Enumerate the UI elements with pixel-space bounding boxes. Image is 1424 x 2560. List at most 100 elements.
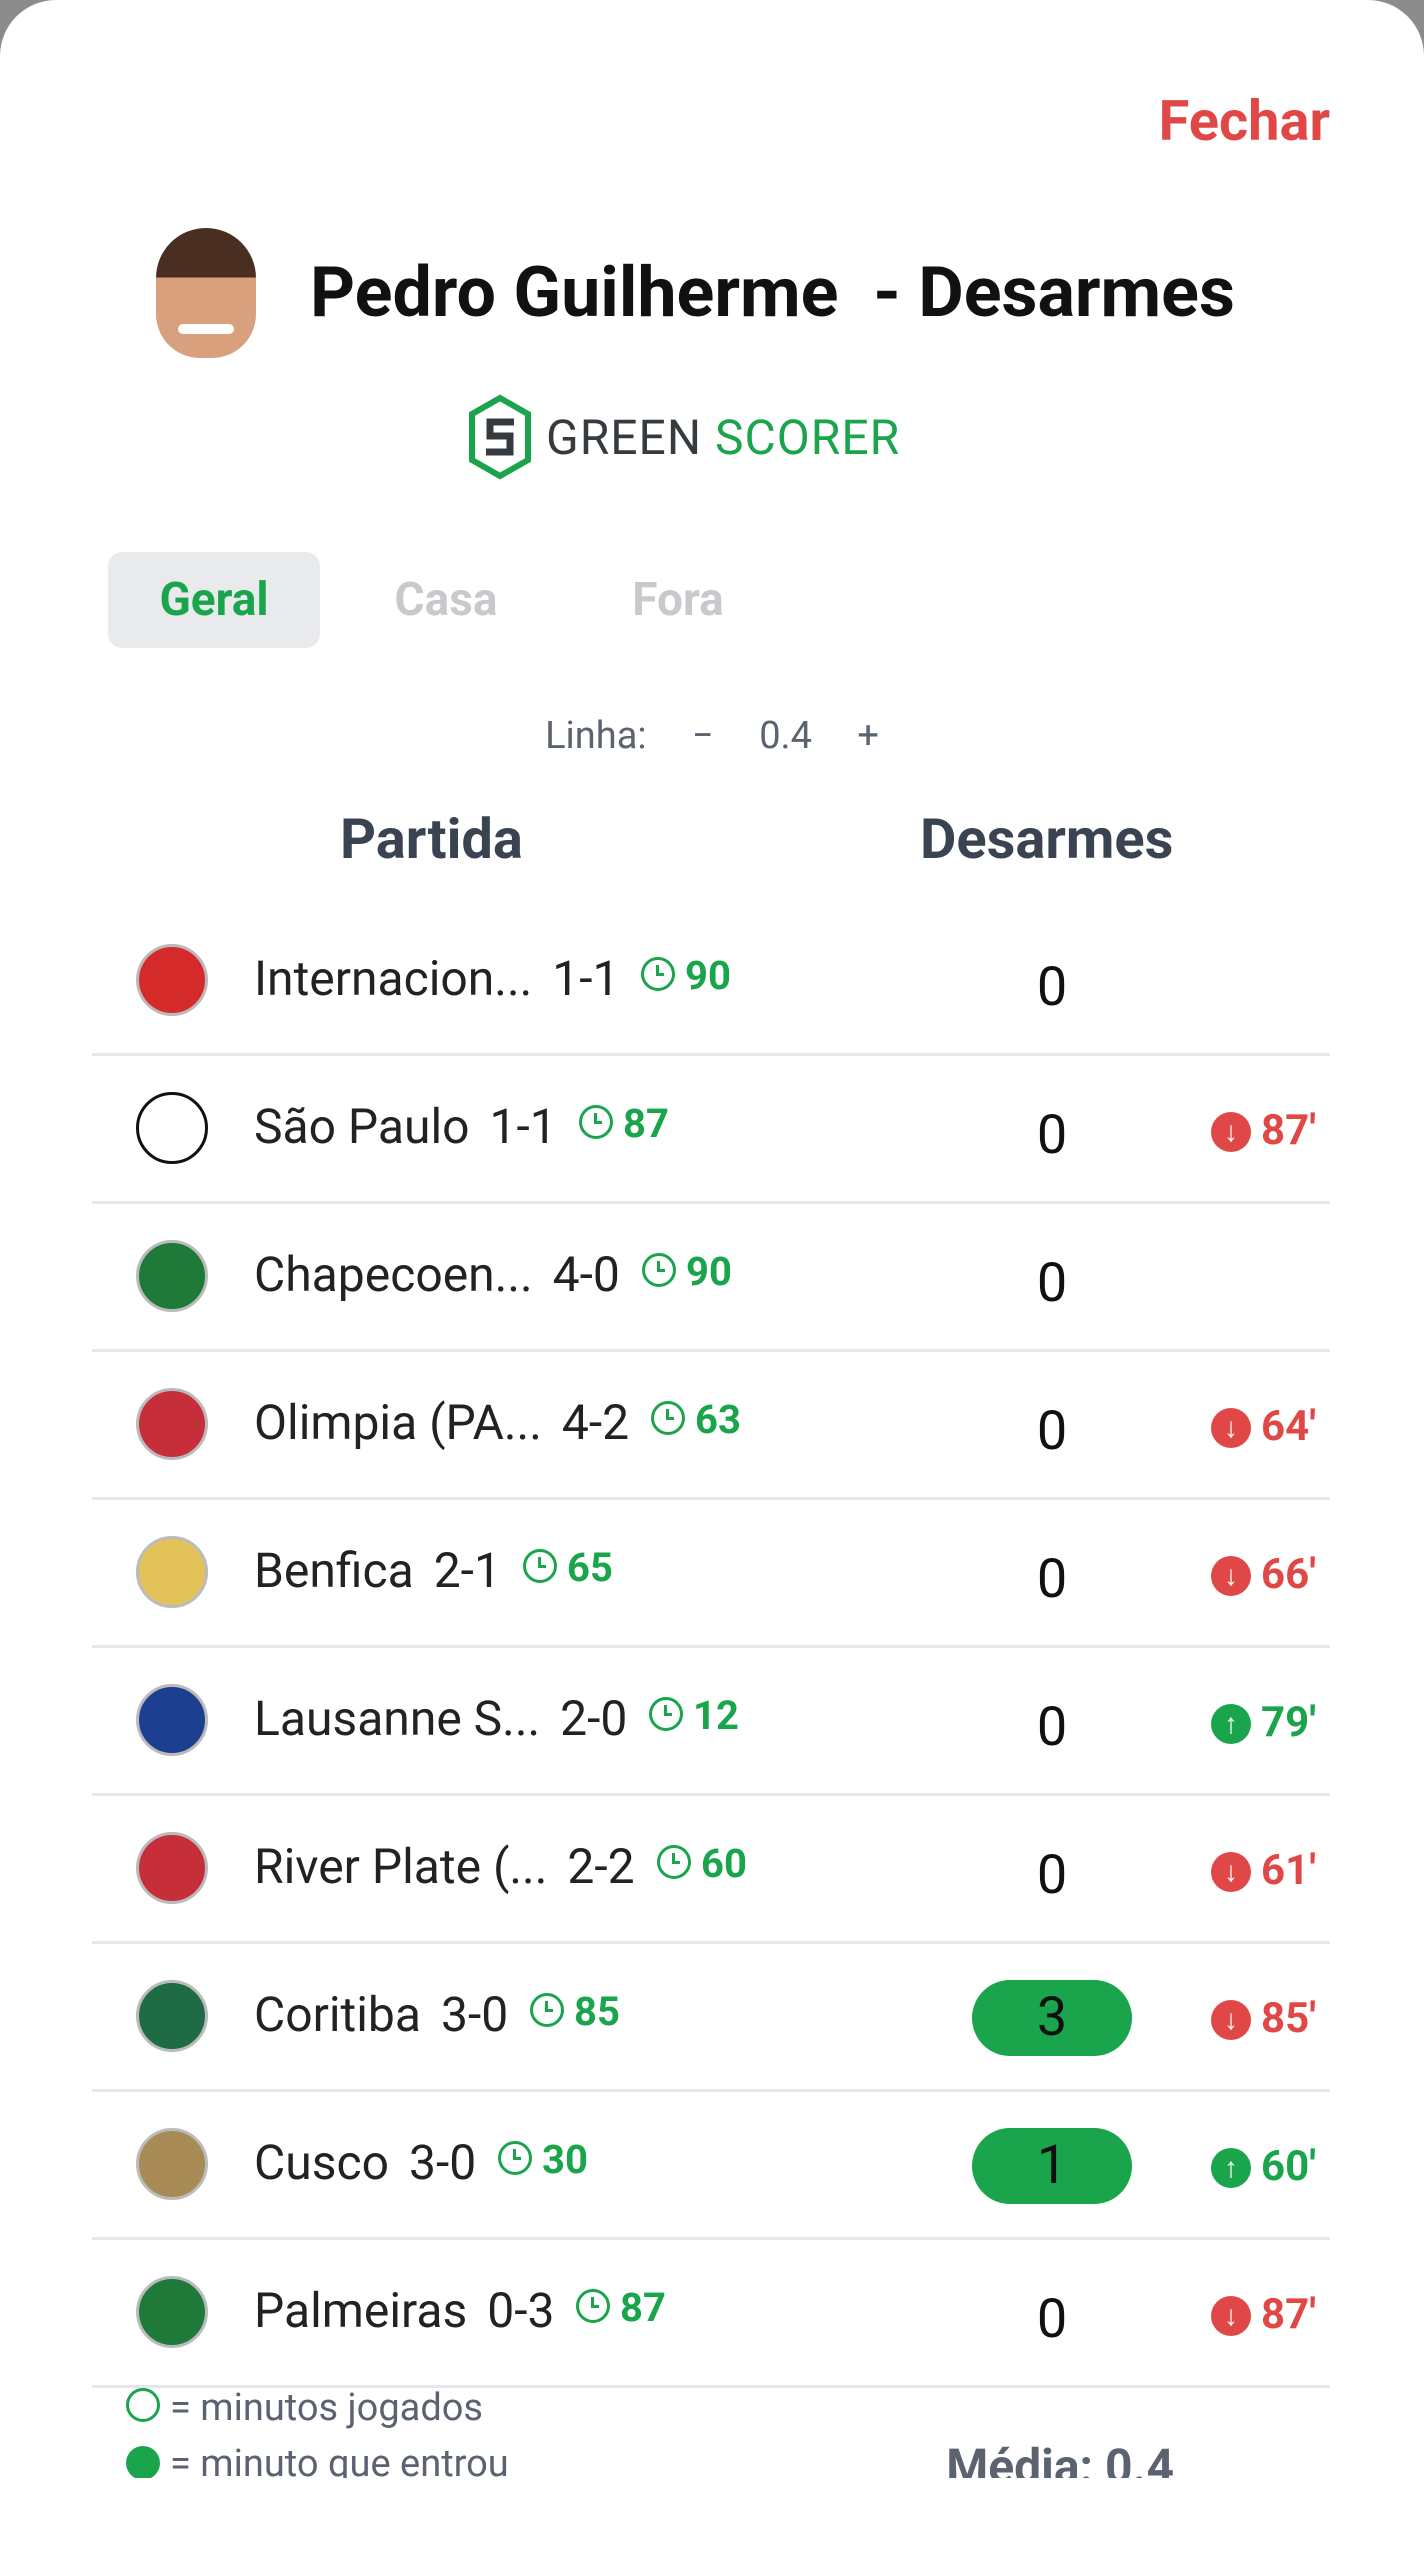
team-crest-icon [136, 1536, 208, 1608]
table-row[interactable]: São Paulo 1-1 87 0 ↓ 87' [92, 1056, 1330, 1204]
table-row[interactable]: Chapecoen... 4-0 90 0 [92, 1204, 1330, 1352]
team-crest-icon [136, 1388, 208, 1460]
subbed-in-minute: ↑ 79' [1211, 1698, 1316, 1747]
table-row[interactable]: Internacion... 1-1 90 0 [92, 908, 1330, 1056]
minutes-value: 85 [574, 1988, 620, 2035]
minutes-played: 87 [576, 2284, 666, 2331]
minutes-played: 85 [530, 1988, 620, 2035]
match-label: Cusco 3-0 [254, 2134, 476, 2191]
table-row[interactable]: River Plate (... 2-2 60 0 ↓ 61' [92, 1796, 1330, 1944]
tackles-value: 0 [1036, 1252, 1068, 1315]
match-score: 3-0 [408, 2134, 477, 2191]
tab-fora[interactable]: Fora [572, 552, 784, 648]
line-decrease-button[interactable]: − [692, 714, 714, 758]
clock-icon [530, 1993, 564, 2027]
legend-minutes: = minutos jogados [170, 2386, 484, 2430]
match-label: Coritiba 3-0 [254, 1986, 508, 2043]
tackles-value: 0 [1036, 1400, 1068, 1463]
brand-text-scorer: SCORER [714, 408, 901, 466]
sub-minute-value: 87' [1261, 1106, 1316, 1155]
match-label: Benfica 2-1 [254, 1542, 501, 1599]
tackles-value: 0 [1036, 1844, 1068, 1907]
match-label: Chapecoen... 4-0 [254, 1246, 620, 1303]
sub-minute-value: 85' [1261, 1994, 1316, 2043]
arrow-up-circle-icon: ↑ [1211, 2148, 1252, 2188]
team-name: Chapecoen... [254, 1246, 533, 1303]
filter-tabs: Geral Casa Fora [108, 552, 784, 648]
minutes-played: 87 [579, 1100, 669, 1147]
clock-icon [579, 1105, 613, 1139]
match-label: Internacion... 1-1 [254, 950, 619, 1007]
table-row[interactable]: Cusco 3-0 30 1 ↑ 60' [92, 2092, 1330, 2240]
subbed-out-minute: ↓ 87' [1211, 1106, 1316, 1155]
clock-icon [657, 1845, 691, 1879]
match-score: 1-1 [552, 950, 620, 1007]
clock-icon [642, 1253, 676, 1287]
column-header-match: Partida [340, 806, 523, 872]
close-button[interactable]: Fechar [1159, 88, 1330, 154]
team-name: Benfica [254, 1542, 414, 1599]
tab-geral[interactable]: Geral [108, 552, 320, 648]
minutes-value: 63 [695, 1396, 741, 1443]
match-label: Palmeiras 0-3 [254, 2282, 554, 2339]
minutes-played: 90 [641, 952, 731, 999]
line-value: 0.4 [759, 714, 812, 758]
clock-icon [523, 1549, 557, 1583]
player-avatar [156, 228, 256, 358]
tackles-value: 0 [1036, 1104, 1068, 1167]
subbed-in-minute: ↑ 60' [1211, 2142, 1316, 2191]
subbed-out-minute: ↓ 85' [1211, 1994, 1316, 2043]
minutes-played: 30 [498, 2136, 588, 2183]
clock-icon [651, 1401, 685, 1435]
clock-icon [126, 2388, 160, 2422]
team-crest-icon [136, 1832, 208, 1904]
match-score: 4-2 [561, 1394, 630, 1451]
table-row[interactable]: Olimpia (PA... 4-2 63 0 ↓ 64' [92, 1352, 1330, 1500]
column-header-tackles: Desarmes [920, 806, 1174, 872]
tackles-value: 3 [972, 1980, 1132, 2056]
minutes-played: 63 [651, 1396, 741, 1443]
player-header: Pedro Guilherme - Desarmes [156, 228, 1235, 358]
subbed-out-minute: ↓ 66' [1211, 1550, 1316, 1599]
tackles-value: 0 [1036, 956, 1068, 1019]
brand-logo: GREEN SCORER [468, 394, 900, 480]
match-score: 2-0 [560, 1690, 628, 1747]
match-score: 2-2 [567, 1838, 635, 1895]
table-row[interactable]: Palmeiras 0-3 87 0 ↓ 87' [92, 2240, 1330, 2388]
match-label: São Paulo 1-1 [254, 1098, 557, 1155]
team-name: Olimpia (PA... [254, 1394, 542, 1451]
team-name: Cusco [254, 2134, 389, 2191]
tab-casa[interactable]: Casa [340, 552, 552, 648]
team-crest-icon [136, 2128, 208, 2200]
line-increase-button[interactable]: + [857, 714, 879, 758]
arrow-down-circle-icon: ↓ [1211, 1556, 1252, 1596]
minutes-value: 90 [686, 1248, 732, 1295]
arrow-up-circle-icon [126, 2446, 160, 2480]
green-scorer-logo-icon [469, 394, 531, 480]
minutes-value: 87 [623, 1100, 669, 1147]
minutes-value: 12 [693, 1692, 739, 1739]
minutes-value: 30 [542, 2136, 588, 2183]
match-score: 0-3 [487, 2282, 555, 2339]
minutes-played: 90 [642, 1248, 732, 1295]
tackles-value: 1 [972, 2128, 1132, 2204]
match-label: River Plate (... 2-2 [254, 1838, 635, 1895]
clock-icon [498, 2141, 532, 2175]
table-row[interactable]: Lausanne S... 2-0 12 0 ↑ 79' [92, 1648, 1330, 1796]
tackles-value: 0 [1036, 1548, 1068, 1611]
table-row[interactable]: Benfica 2-1 65 0 ↓ 66' [92, 1500, 1330, 1648]
sub-minute-value: 87' [1261, 2290, 1316, 2339]
sub-minute-value: 60' [1261, 2142, 1316, 2191]
team-crest-icon [136, 1240, 208, 1312]
arrow-down-circle-icon: ↓ [1211, 1408, 1252, 1448]
table-row[interactable]: Coritiba 3-0 85 3 ↓ 85' [92, 1944, 1330, 2092]
player-stats-sheet: Fechar Pedro Guilherme - Desarmes GREEN … [0, 0, 1424, 2560]
team-crest-icon [136, 1092, 208, 1164]
team-name: Coritiba [254, 1986, 421, 2043]
match-score: 4-0 [552, 1246, 620, 1303]
matches-table: Internacion... 1-1 90 0 São Paulo 1-1 87 0 ↓ 87' C… [92, 908, 1330, 2388]
arrow-down-circle-icon: ↓ [1211, 2296, 1252, 2336]
tackles-value: 0 [1036, 1696, 1068, 1759]
arrow-down-circle-icon: ↓ [1211, 2000, 1252, 2040]
team-crest-icon [136, 2276, 208, 2348]
